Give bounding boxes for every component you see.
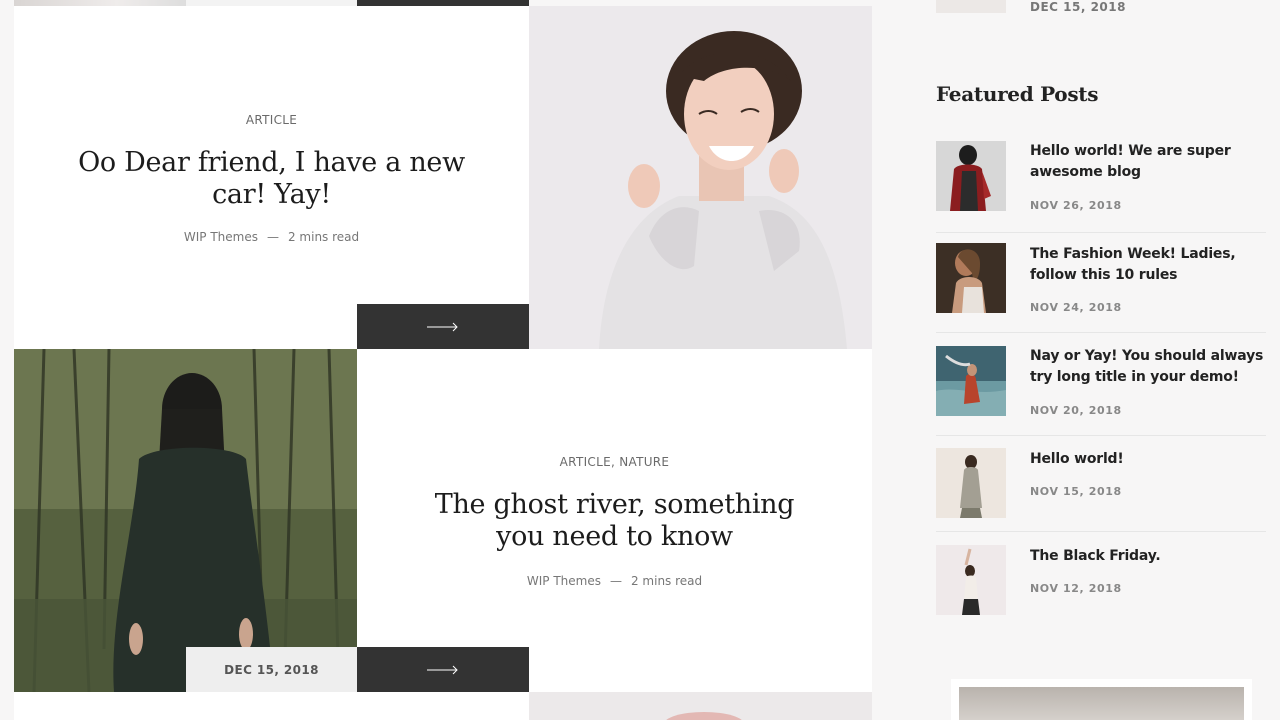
featured-post-date: NOV 12, 2018 — [1030, 582, 1122, 595]
featured-posts-heading: Featured Posts — [936, 82, 1099, 106]
category-link[interactable]: ARTICLE — [246, 113, 297, 127]
category-link[interactable]: NATURE — [619, 455, 669, 469]
featured-thumbnail[interactable] — [936, 243, 1006, 313]
read-time: 2 mins read — [630, 574, 703, 588]
featured-thumbnail[interactable] — [936, 448, 1006, 518]
featured-thumbnail[interactable] — [936, 141, 1006, 211]
post-card-text: ARTICLE, NATURE The ghost river, somethi… — [357, 349, 872, 692]
featured-thumbnail-partial[interactable] — [936, 0, 1006, 13]
post-card-text: ARTICLE Oo Dear friend, I have a new car… — [14, 6, 529, 349]
post-image-partial[interactable] — [529, 692, 872, 720]
post-image[interactable] — [529, 6, 872, 349]
post-categories: ARTICLE, NATURE — [357, 455, 872, 469]
featured-date: DEC 15, 2018 — [1030, 0, 1126, 14]
post-title[interactable]: The ghost river, something you need to k… — [407, 489, 822, 553]
featured-post-title[interactable]: Hello world! We are super awesome blog — [1030, 141, 1270, 183]
featured-post-date: NOV 15, 2018 — [1030, 485, 1122, 498]
featured-post-title[interactable]: Nay or Yay! You should always try long t… — [1030, 346, 1270, 388]
post-meta: WIP Themes — 2 mins read — [14, 230, 529, 244]
featured-post-item[interactable]: The Black Friday. NOV 12, 2018 — [936, 545, 1266, 617]
post-author[interactable]: WIP Themes — [184, 230, 258, 244]
featured-thumbnail[interactable] — [936, 346, 1006, 416]
post-category[interactable]: ARTICLE — [14, 113, 529, 127]
sidebar-banner-image[interactable] — [951, 679, 1252, 720]
featured-post-title[interactable]: Hello world! — [1030, 449, 1270, 470]
arrow-right-icon — [427, 322, 458, 331]
featured-post-date: NOV 24, 2018 — [1030, 301, 1122, 314]
post-author[interactable]: WIP Themes — [527, 574, 601, 588]
post-image[interactable] — [14, 349, 357, 692]
featured-post-title[interactable]: The Black Friday. — [1030, 546, 1270, 567]
category-separator: , — [610, 455, 616, 469]
featured-post-title[interactable]: The Fashion Week! Ladies, follow this 10… — [1030, 244, 1270, 286]
post-title[interactable]: Oo Dear friend, I have a new car! Yay! — [54, 147, 489, 211]
featured-post-item[interactable]: The Fashion Week! Ladies, follow this 10… — [936, 243, 1266, 333]
meta-separator: — — [266, 230, 279, 244]
post-date: DEC 15, 2018 — [186, 647, 357, 692]
read-time: 2 mins read — [287, 230, 360, 244]
featured-post-item[interactable]: Hello world! NOV 15, 2018 — [936, 448, 1266, 532]
arrow-right-icon — [427, 665, 458, 674]
category-link[interactable]: ARTICLE — [560, 455, 611, 469]
read-more-button[interactable] — [357, 647, 529, 692]
post-meta: WIP Themes — 2 mins read — [357, 574, 872, 588]
read-more-button[interactable] — [357, 304, 529, 349]
post-card-partial — [14, 692, 529, 720]
featured-post-date: NOV 20, 2018 — [1030, 404, 1122, 417]
featured-post-item[interactable]: Hello world! We are super awesome blog N… — [936, 141, 1266, 233]
meta-separator: — — [609, 574, 622, 588]
featured-thumbnail[interactable] — [936, 545, 1006, 615]
featured-post-item[interactable]: Nay or Yay! You should always try long t… — [936, 346, 1266, 436]
featured-post-date: NOV 26, 2018 — [1030, 199, 1122, 212]
